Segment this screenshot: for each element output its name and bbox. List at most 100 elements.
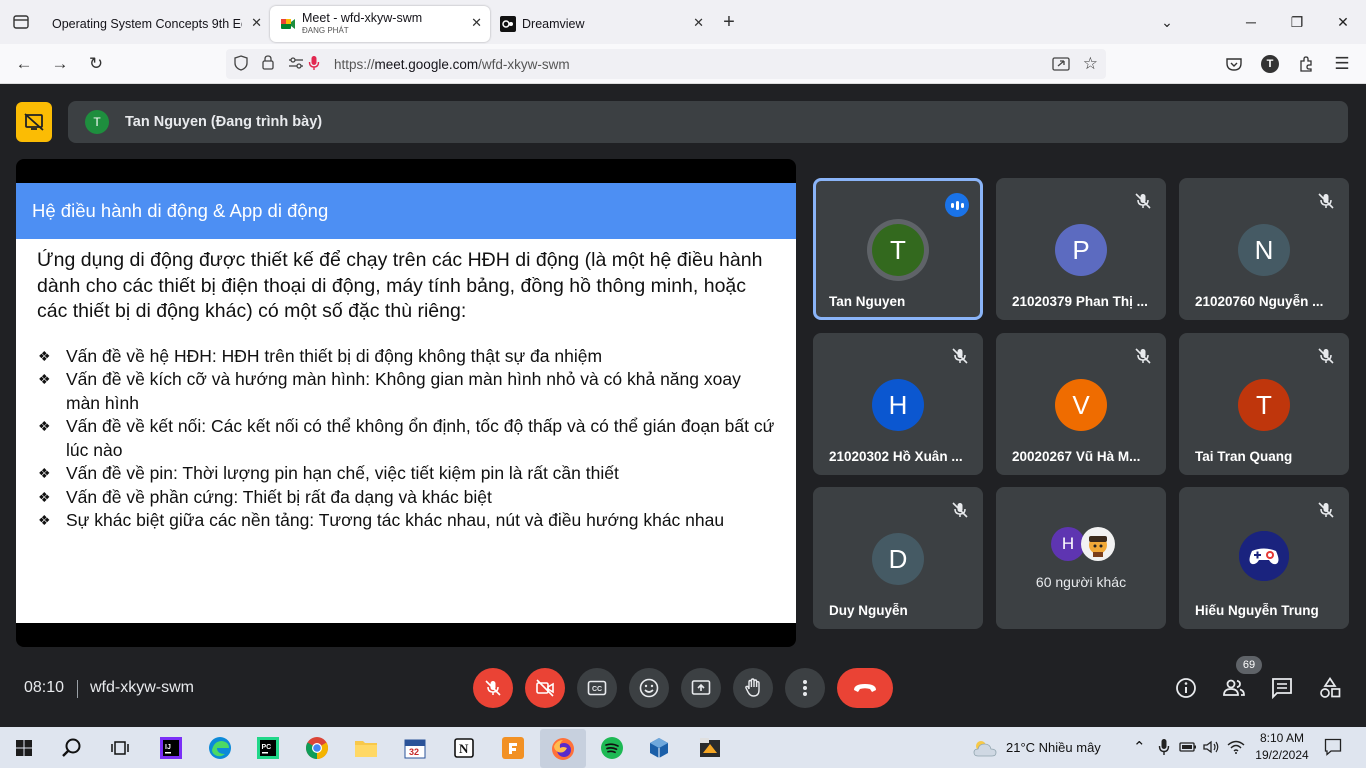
meeting-code: wfd-xkyw-swm (90, 679, 194, 696)
avatar: P (1055, 224, 1107, 276)
meeting-details-icon[interactable] (1173, 675, 1199, 701)
taskbar-clock[interactable]: 8:10 AM 19/2/2024 (1254, 730, 1310, 764)
reactions-button[interactable] (629, 668, 669, 708)
screen-share-indicator-icon[interactable] (1052, 56, 1070, 75)
svg-text:IJ: IJ (165, 744, 171, 751)
tab-playing-label: ĐANG PHÁT (302, 25, 349, 35)
intellij-icon[interactable]: IJ (156, 733, 186, 763)
slide-bullet: Vấn đề về hệ HĐH: HĐH trên thiết bị di đ… (38, 345, 778, 369)
captions-button[interactable]: CC (577, 668, 617, 708)
avatar: V (1055, 379, 1107, 431)
participant-tile[interactable]: T Tan Nguyen (813, 178, 983, 320)
account-icon[interactable]: T (1257, 52, 1283, 76)
foxit-reader-icon[interactable] (498, 733, 528, 763)
firefox-icon[interactable] (540, 729, 586, 768)
participant-tile[interactable]: D Duy Nguyễn (813, 487, 983, 629)
participant-tile[interactable]: Hiếu Nguyễn Trung (1179, 487, 1349, 629)
microphone-sharing-icon[interactable] (308, 55, 326, 74)
tab-title: Meet - wfd-xkyw-swm (302, 10, 423, 25)
close-tab-icon[interactable]: ✕ (471, 15, 482, 31)
taskbar-date: 19/2/2024 (1255, 748, 1309, 762)
menu-icon[interactable]: ☰ (1329, 52, 1355, 76)
lock-icon[interactable] (262, 55, 276, 73)
chrome-icon[interactable] (302, 733, 332, 763)
presentation-stage[interactable]: Hệ điều hành di động & App di động Ứng d… (16, 159, 796, 647)
tab-dreamview[interactable]: Dreamview ✕ (490, 6, 712, 42)
participant-tile[interactable]: T Tai Tran Quang (1179, 333, 1349, 475)
close-window-icon[interactable]: ✕ (1320, 0, 1366, 44)
task-view-icon[interactable] (105, 733, 135, 763)
camera-off-icon (536, 679, 554, 697)
slide-intro: Ứng dụng di động được thiết kế để chạy t… (37, 249, 763, 322)
slide-bullet: Sự khác biệt giữa các nền tảng: Tương tá… (38, 509, 778, 533)
people-icon[interactable] (1221, 675, 1247, 701)
avatar: H (872, 379, 924, 431)
divider (77, 680, 78, 698)
extensions-icon[interactable] (1293, 52, 1319, 76)
show-hidden-icons-icon[interactable]: ⌃ (1133, 738, 1146, 756)
tab-os-concepts[interactable]: Operating System Concepts 9th Edi ✕ (42, 6, 270, 42)
participant-name: 20020267 Vũ Hà M... (1012, 449, 1141, 464)
close-tab-icon[interactable]: ✕ (693, 15, 704, 31)
svg-text:CC: CC (592, 686, 602, 693)
bookmark-star-icon[interactable]: ☆ (1083, 54, 1098, 74)
reload-icon[interactable]: ↻ (83, 52, 109, 76)
windows-start-icon[interactable] (9, 733, 39, 763)
slide: Hệ điều hành di động & App di động Ứng d… (16, 183, 796, 623)
hang-up-icon (854, 684, 876, 692)
search-icon[interactable] (57, 733, 87, 763)
windows-taskbar: IJ PC 32 N 21°C Nhiều mây ⌃ 8:10 AM 19/2… (0, 727, 1366, 768)
weather-cloud-icon[interactable] (972, 735, 998, 761)
mic-off-icon (485, 680, 501, 696)
more-options-button[interactable] (785, 668, 825, 708)
others-tile[interactable]: H 60 người khác (996, 487, 1166, 629)
hand-icon (745, 678, 760, 697)
volume-icon[interactable] (1201, 736, 1221, 758)
mic-in-use-icon[interactable] (1156, 735, 1172, 759)
muted-mic-icon (952, 502, 968, 518)
spotify-icon[interactable] (597, 733, 627, 763)
url-bar[interactable]: https://meet.google.com/wfd-xkyw-swm ☆ (226, 49, 1106, 79)
new-tab-button[interactable]: + (712, 11, 746, 34)
battery-icon[interactable] (1178, 736, 1198, 758)
leave-call-button[interactable] (837, 668, 893, 708)
activities-icon[interactable] (1317, 675, 1343, 701)
participant-name: 21020379 Phan Thị ... (1012, 294, 1148, 309)
shield-icon[interactable] (234, 54, 250, 74)
virtualbox-icon[interactable] (644, 733, 674, 763)
participant-tile[interactable]: H 21020302 Hồ Xuân ... (813, 333, 983, 475)
mic-toggle-button[interactable] (473, 668, 513, 708)
edge-icon[interactable] (205, 733, 235, 763)
stop-presenting-icon[interactable] (16, 102, 52, 142)
chat-icon[interactable] (1269, 675, 1295, 701)
present-button[interactable] (681, 668, 721, 708)
pycharm-icon[interactable]: PC (253, 733, 283, 763)
calendar-app-icon[interactable]: 32 (400, 733, 430, 763)
raise-hand-button[interactable] (733, 668, 773, 708)
weather-text[interactable]: 21°C Nhiều mây (1006, 740, 1101, 755)
permissions-icon[interactable] (288, 56, 304, 72)
cmd-app-icon[interactable] (695, 733, 725, 763)
muted-mic-icon (1135, 193, 1151, 209)
others-count-label: 60 người khác (1035, 574, 1127, 590)
pocket-icon[interactable] (1221, 52, 1247, 76)
tab-list-icon[interactable] (0, 0, 42, 44)
minimize-icon[interactable]: ─ (1228, 0, 1274, 44)
tab-meet[interactable]: Meet - wfd-xkyw-swm ĐANG PHÁT ✕ (270, 6, 490, 42)
presenter-avatar: T (85, 110, 109, 134)
close-tab-icon[interactable]: ✕ (251, 15, 262, 31)
participant-tile[interactable]: V 20020267 Vũ Hà M... (996, 333, 1166, 475)
notifications-icon[interactable] (1320, 734, 1346, 760)
participant-tile[interactable]: N 21020760 Nguyễn ... (1179, 178, 1349, 320)
participant-tile[interactable]: P 21020379 Phan Thị ... (996, 178, 1166, 320)
back-icon[interactable]: ← (11, 52, 37, 76)
file-explorer-icon[interactable] (351, 733, 381, 763)
list-all-tabs-icon[interactable]: ⌄ (1144, 0, 1190, 44)
url-text[interactable]: https://meet.google.com/wfd-xkyw-swm (334, 57, 570, 72)
camera-toggle-button[interactable] (525, 668, 565, 708)
slide-bullet: Vấn đề về kết nối: Các kết nối có thể kh… (38, 415, 778, 462)
forward-icon[interactable]: → (47, 52, 73, 76)
wifi-icon[interactable] (1226, 736, 1246, 758)
restore-icon[interactable]: ❐ (1274, 0, 1320, 44)
notion-icon[interactable]: N (449, 733, 479, 763)
